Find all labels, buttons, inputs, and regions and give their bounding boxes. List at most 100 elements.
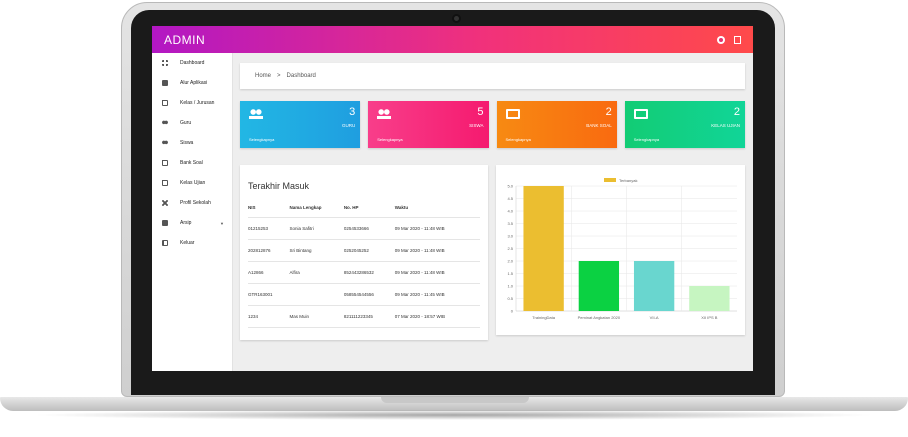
table-row: GTR163001 058554544556 09 Mar 2020 - 11:… [248, 283, 480, 306]
y-tick-label: 3.5 [507, 221, 513, 226]
table-cell: 821111223345 [343, 305, 395, 328]
folder-icon [162, 160, 168, 166]
people-icon [377, 109, 392, 119]
sidebar-item-label: Keluar [180, 240, 195, 246]
sidebar-item-label: Siswa [180, 140, 194, 146]
y-tick-label: 1.5 [507, 271, 513, 276]
table-cell: 01215253 [248, 217, 290, 240]
table-cell: Sonia Safitri [289, 217, 344, 240]
sidebar-item-alur-aplikasi[interactable]: Alur Aplikasi [152, 73, 232, 93]
people-icon [162, 120, 168, 126]
card-label: GURU [342, 123, 356, 128]
dashboard-icon [162, 60, 168, 66]
card-value: 5 [477, 106, 484, 118]
sidebar-item-label: Kelas Ujian [180, 180, 206, 186]
card-value: 2 [733, 106, 740, 118]
people-icon [249, 109, 263, 119]
breadcrumb: Home > Dashboard [240, 63, 745, 89]
table-cell: 09 Mar 2020 - 11:48 WIB [394, 239, 480, 262]
table-row: 01215253 Sonia Safitri 0254533666 09 Mar… [248, 217, 480, 240]
y-tick-label: 5.0 [507, 184, 513, 189]
user-account-icon[interactable] [717, 35, 725, 44]
sidebar-item-siswa[interactable]: Siswa [152, 133, 232, 153]
bar-chart: Terbanyak 0 0.5 1.0 1.5 2.0 2.5 3.0 3.5 4.0 4.5 5.0… [507, 178, 737, 320]
table-cell: 07 Mar 2020 - 18:57 WIB [394, 305, 480, 328]
sidebar-item-label: Dashboard [180, 60, 205, 66]
sidebar-item-bank-soal[interactable]: Bank Soal [152, 153, 232, 173]
card-more-link[interactable]: Selengkapnya [249, 137, 274, 142]
sidebar-item-kelas-jurusan[interactable]: Kelas / Jurusan [152, 93, 232, 113]
archive-icon [162, 220, 168, 226]
table-row: A12866 Alfira 852443286532 09 Mar 2020 -… [248, 261, 480, 284]
table-cell: 0254533666 [343, 217, 395, 240]
card-label: SISWA [469, 123, 484, 128]
topbar-icons [717, 35, 741, 44]
y-tick-label: 4.0 [507, 209, 513, 214]
screen: ADMIN Dashboard Alur Aplikasi Kelas / Ju… [152, 26, 753, 371]
exit-icon [162, 240, 168, 246]
brand-title[interactable]: ADMIN [164, 33, 205, 47]
chevron-down-icon: ▼ [220, 220, 224, 226]
book-icon [162, 80, 168, 86]
table-cell: 09 Mar 2020 - 11:45 WIB [394, 283, 480, 306]
table-cell: 09 Mar 2020 - 11:48 WIB [394, 261, 480, 284]
column-header: No. HP [343, 199, 395, 218]
x-tick-label: XII IPS B [701, 315, 718, 320]
table-cell: 09 Mar 2020 - 11:48 WIB [394, 217, 480, 240]
column-header: Nama Lengkap [289, 199, 344, 218]
card-more-link[interactable]: Selengkapnya [634, 137, 659, 142]
sidebar-item-dashboard[interactable]: Dashboard [152, 53, 232, 73]
sidebar-item-kelas-ujian[interactable]: Kelas Ujian [152, 173, 232, 193]
sidebar-item-label: Arsip [180, 220, 192, 226]
column-header: Waktu [394, 199, 480, 218]
table-cell: 058554544556 [343, 283, 395, 306]
card-kelas-ujian[interactable]: 2 KELAS UJIAN Selengkapnya [624, 101, 745, 148]
sidebar-item-profil-sekolah[interactable]: Profil Sekolah [152, 193, 232, 213]
webcam-icon [452, 14, 461, 23]
table-cell: A12866 [248, 261, 290, 284]
top-navbar: ADMIN [152, 26, 753, 53]
card-label: BANK SOAL [586, 123, 612, 128]
card-value: 3 [349, 106, 356, 118]
table-cell: 1234 [248, 305, 290, 328]
column-header: NIS [248, 199, 290, 218]
recent-login-table: NIS Nama Lengkap No. HP Waktu 01215253 S… [248, 199, 480, 328]
card-guru[interactable]: 3 GURU Selengkapnya [240, 101, 361, 148]
card-value: 2 [605, 106, 612, 118]
laptop-base-notch [381, 397, 529, 403]
table-cell: 202812876 [248, 239, 290, 262]
folder-icon [633, 109, 648, 119]
y-tick-label: 1.0 [507, 284, 513, 289]
breadcrumb-home[interactable]: Home [255, 73, 271, 79]
recent-login-panel: Terakhir Masuk NIS Nama Lengkap No. HP W… [240, 165, 488, 340]
sidebar-item-arsip[interactable]: Arsip ▼ [152, 213, 232, 233]
card-more-link[interactable]: Selengkapnya [506, 137, 531, 142]
sidebar-item-label: Bank Soal [180, 160, 203, 166]
table-row: 202812876 Sri Bintang 0252045252 09 Mar … [248, 239, 480, 262]
sidebar-item-label: Alur Aplikasi [180, 80, 208, 86]
bar [689, 286, 730, 311]
sidebar-item-keluar[interactable]: Keluar [152, 233, 232, 253]
bar [633, 261, 675, 311]
logout-icon[interactable] [734, 35, 741, 44]
x-tick-label: VII-A [650, 315, 659, 320]
folder-icon [162, 180, 168, 186]
y-tick-label: 0.5 [507, 296, 513, 301]
card-bank-soal[interactable]: 2 BANK SOAL Selengkapnya [496, 101, 617, 148]
table-cell: Sri Bintang [289, 239, 344, 262]
sidebar-item-guru[interactable]: Guru [152, 113, 232, 133]
people-icon [162, 140, 168, 146]
table-cell: GTR163001 [248, 283, 290, 306]
table-cell: 852443286532 [343, 261, 395, 284]
sidebar: Dashboard Alur Aplikasi Kelas / Jurusan … [152, 53, 233, 371]
y-tick-label: 3.0 [507, 234, 513, 239]
bar [523, 186, 564, 311]
legend-label: Terbanyak [619, 178, 637, 183]
x-tick-label: TrainingData [532, 315, 556, 320]
table-header-row: NIS Nama Lengkap No. HP Waktu [248, 199, 480, 218]
folder-icon [505, 109, 520, 119]
card-more-link[interactable]: Selengkapnya [377, 137, 402, 142]
card-siswa[interactable]: 5 SISWA Selengkapnya [368, 101, 489, 148]
folder-icon [162, 100, 168, 106]
y-tick-label: 2.5 [507, 246, 513, 251]
